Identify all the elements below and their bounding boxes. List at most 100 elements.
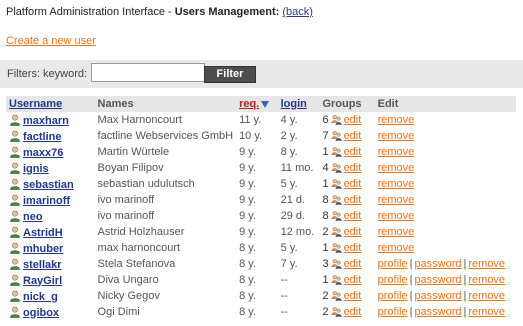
filter-button[interactable]: Filter (204, 66, 256, 83)
username-link[interactable]: ogibox (23, 307, 59, 319)
profile-link[interactable]: profile (378, 290, 408, 302)
edit-groups-link[interactable]: edit (344, 130, 362, 142)
groups-cell: 8 edit (319, 208, 374, 224)
group-icon (331, 306, 342, 317)
user-icon (9, 162, 21, 174)
edit-groups-link[interactable]: edit (344, 274, 362, 286)
col-names: Names (94, 96, 237, 112)
separator: | (409, 258, 413, 270)
sort-username-link[interactable]: Username (9, 98, 62, 110)
remove-link[interactable]: remove (378, 226, 415, 238)
group-count: 1 (322, 178, 329, 190)
user-icon (9, 210, 21, 222)
edit-groups-link[interactable]: edit (344, 290, 362, 302)
login-cell: 12 mo. (280, 226, 315, 238)
edit-groups-link[interactable]: edit (344, 146, 362, 158)
edit-groups-link[interactable]: edit (344, 162, 362, 174)
group-count: 3 (322, 258, 329, 270)
name-cell: Nicky Gegov (97, 290, 160, 302)
name-cell: sebastian udulutsch (97, 178, 195, 190)
separator: | (409, 290, 413, 302)
name-cell: Boyan Filipov (97, 162, 164, 174)
remove-link[interactable]: remove (378, 130, 415, 142)
profile-link[interactable]: profile (378, 274, 408, 286)
group-icon (331, 226, 342, 237)
edit-cell: remove (375, 224, 516, 240)
back-link[interactable]: (back) (282, 6, 313, 18)
username-link[interactable]: factline (23, 131, 62, 143)
keyword-input[interactable] (91, 63, 205, 82)
group-icon (331, 178, 342, 189)
remove-link[interactable]: remove (378, 146, 415, 158)
sort-login-link[interactable]: login (281, 98, 307, 110)
table-row: maxx76 Martin Würtele 9 y. 8 y. 1 edit remove (6, 144, 516, 160)
create-user-link[interactable]: Create a new user (6, 35, 96, 47)
login-cell: 8 y. (280, 146, 298, 158)
name-cell: Martin Würtele (97, 146, 170, 158)
password-link[interactable]: password (414, 306, 461, 318)
username-link[interactable]: maxharn (23, 115, 69, 127)
reg-cell: 9 y. (239, 162, 256, 174)
edit-cell: remove (375, 128, 516, 144)
sort-reg-link[interactable]: req. (239, 98, 259, 110)
username-link[interactable]: sebastian (23, 179, 74, 191)
username-link[interactable]: maxx76 (23, 147, 63, 159)
username-link[interactable]: imarinoff (23, 195, 70, 207)
edit-cell: profile | password | remove (375, 272, 516, 288)
profile-link[interactable]: profile (378, 306, 408, 318)
username-link[interactable]: nick_g (23, 291, 58, 303)
password-link[interactable]: password (414, 290, 461, 302)
edit-groups-link[interactable]: edit (344, 306, 362, 318)
profile-link[interactable]: profile (378, 258, 408, 270)
edit-groups-link[interactable]: edit (344, 178, 362, 190)
col-edit: Edit (374, 96, 516, 112)
remove-link[interactable]: remove (468, 258, 505, 270)
edit-groups-link[interactable]: edit (344, 258, 362, 270)
table-row: nick_g Nicky Gegov 8 y. -- 2 edit profile | pass… (6, 288, 516, 304)
remove-link[interactable]: remove (468, 290, 505, 302)
edit-groups-link[interactable]: edit (344, 210, 362, 222)
username-link[interactable]: mhuber (23, 243, 63, 255)
edit-groups-link[interactable]: edit (344, 194, 362, 206)
separator: | (409, 274, 413, 286)
remove-link[interactable]: remove (468, 306, 505, 318)
remove-link[interactable]: remove (378, 242, 415, 254)
groups-cell: 2 edit (319, 288, 374, 304)
group-icon (331, 146, 342, 157)
remove-link[interactable]: remove (378, 114, 415, 126)
reg-cell: 8 y. (239, 274, 256, 286)
password-link[interactable]: password (414, 274, 461, 286)
username-link[interactable]: neo (23, 211, 43, 223)
remove-link[interactable]: remove (378, 162, 415, 174)
username-link[interactable]: ignis (23, 163, 49, 175)
login-cell: -- (280, 306, 288, 318)
remove-link[interactable]: remove (378, 178, 415, 190)
group-icon (331, 258, 342, 269)
edit-groups-link[interactable]: edit (344, 242, 362, 254)
remove-link[interactable]: remove (468, 274, 505, 286)
username-link[interactable]: AstridH (23, 227, 63, 239)
reg-cell: 9 y. (239, 194, 256, 206)
title-prefix: Platform Administration Interface - (6, 6, 175, 18)
separator: | (463, 274, 467, 286)
col-login: login (277, 96, 320, 112)
username-link[interactable]: RayGirl (23, 275, 62, 287)
username-link[interactable]: stellakr (23, 259, 62, 271)
name-cell: ivo marinoff (97, 194, 155, 206)
remove-link[interactable]: remove (378, 210, 415, 222)
group-count: 7 (322, 130, 329, 142)
login-cell: 5 y. (280, 242, 298, 254)
edit-groups-link[interactable]: edit (344, 226, 362, 238)
name-cell: Astrid Holzhauser (97, 226, 185, 238)
groups-cell: 6 edit (319, 112, 374, 128)
group-icon (331, 114, 342, 125)
password-link[interactable]: password (414, 258, 461, 270)
edit-groups-link[interactable]: edit (344, 114, 362, 126)
edit-cell: remove (375, 240, 516, 256)
name-cell: Stela Stefanova (97, 258, 176, 270)
groups-cell: 7 edit (319, 128, 374, 144)
remove-link[interactable]: remove (378, 194, 415, 206)
username-cell: nick_g (6, 288, 95, 304)
sort-down-arrow-icon[interactable] (261, 101, 270, 108)
group-icon (331, 162, 342, 173)
